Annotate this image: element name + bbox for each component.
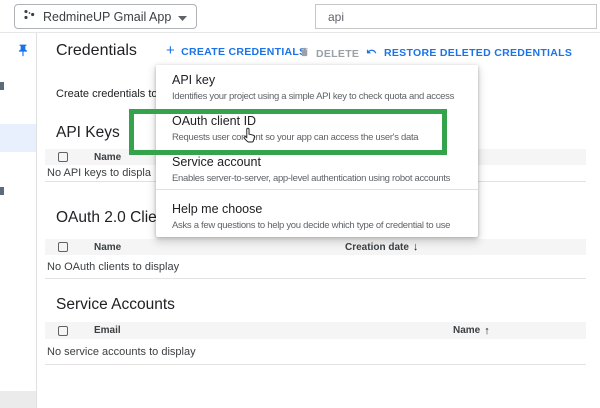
create-credentials-label: CREATE CREDENTIALS (181, 46, 306, 58)
menu-item-help-me-choose[interactable]: Help me choose Asks a few questions to h… (156, 190, 478, 236)
create-credentials-menu: API key Identifies your project using a … (156, 65, 478, 237)
select-all-checkbox[interactable] (58, 152, 68, 162)
empty-text: No API keys to displa (47, 167, 151, 179)
sidebar-item-icon[interactable] (0, 187, 4, 195)
sidebar-nav (0, 33, 37, 408)
search-input[interactable] (315, 4, 597, 29)
menu-item-title: API key (172, 73, 462, 88)
plus-icon: + (166, 46, 175, 56)
sidebar-item-icon[interactable] (0, 82, 4, 90)
menu-item-description: Requests user consent so your app can ac… (172, 131, 462, 144)
empty-text: No service accounts to display (47, 346, 196, 358)
sort-desc-icon: ↓ (413, 241, 419, 253)
menu-item-title: OAuth client ID (172, 114, 462, 129)
project-selector[interactable]: RedmineUP Gmail App (14, 4, 197, 29)
menu-item-title: Service account (172, 155, 462, 170)
menu-item-description: Asks a few questions to help you decide … (172, 219, 462, 232)
table-header-row: Name Creation date ↓ (45, 239, 586, 255)
empty-text: No OAuth clients to display (47, 261, 179, 273)
menu-item-api-key[interactable]: API key Identifies your project using a … (156, 65, 478, 106)
column-header-name[interactable]: Name (94, 242, 121, 253)
trash-icon (299, 46, 310, 61)
sidebar-item-active[interactable] (0, 124, 36, 152)
top-bar: RedmineUP Gmail App (0, 0, 600, 33)
oauth-clients-table: Name Creation date ↓ No OAuth clients to… (45, 239, 586, 279)
column-header-name[interactable]: Name (94, 152, 121, 163)
column-header-name[interactable]: Name ↑ (453, 325, 490, 337)
section-title-api-keys: API Keys (56, 124, 120, 142)
column-header-creation-date[interactable]: Creation date ↓ (345, 241, 418, 253)
column-header-email[interactable]: Email (94, 325, 121, 336)
select-all-checkbox[interactable] (58, 242, 68, 252)
menu-item-oauth-client-id[interactable]: OAuth client ID Requests user consent so… (156, 106, 478, 147)
project-selector-label: RedmineUP Gmail App (43, 10, 171, 24)
empty-state-row: No service accounts to display (45, 339, 586, 365)
sort-asc-icon: ↑ (484, 325, 490, 337)
undo-icon (365, 46, 378, 60)
caret-down-icon (178, 8, 187, 26)
create-credentials-button[interactable]: + CREATE CREDENTIALS (166, 46, 306, 58)
name-label: Name (453, 325, 480, 336)
select-all-checkbox[interactable] (58, 326, 68, 336)
sidebar-footer (0, 391, 36, 408)
restore-deleted-credentials-button[interactable]: RESTORE DELETED CREDENTIALS (365, 46, 572, 60)
delete-label: DELETE (316, 48, 359, 60)
menu-item-service-account[interactable]: Service account Enables server-to-server… (156, 147, 478, 188)
pin-icon[interactable] (16, 43, 30, 63)
menu-item-title: Help me choose (172, 202, 462, 217)
table-header-row: Email Name ↑ (45, 322, 586, 339)
gcp-credentials-page: RedmineUP Gmail App Credentials + CREATE… (0, 0, 600, 408)
service-accounts-table: Email Name ↑ No service accounts to disp… (45, 322, 586, 365)
project-dots-icon (23, 8, 36, 26)
section-title-service-accounts: Service Accounts (56, 296, 175, 314)
creation-date-label: Creation date (345, 242, 409, 253)
page-title: Credentials (56, 42, 137, 60)
empty-state-row: No OAuth clients to display (45, 255, 586, 279)
delete-button[interactable]: DELETE (299, 46, 359, 61)
menu-item-description: Identifies your project using a simple A… (172, 90, 462, 103)
menu-item-description: Enables server-to-server, app-level auth… (172, 172, 462, 185)
restore-label: RESTORE DELETED CREDENTIALS (384, 47, 572, 59)
